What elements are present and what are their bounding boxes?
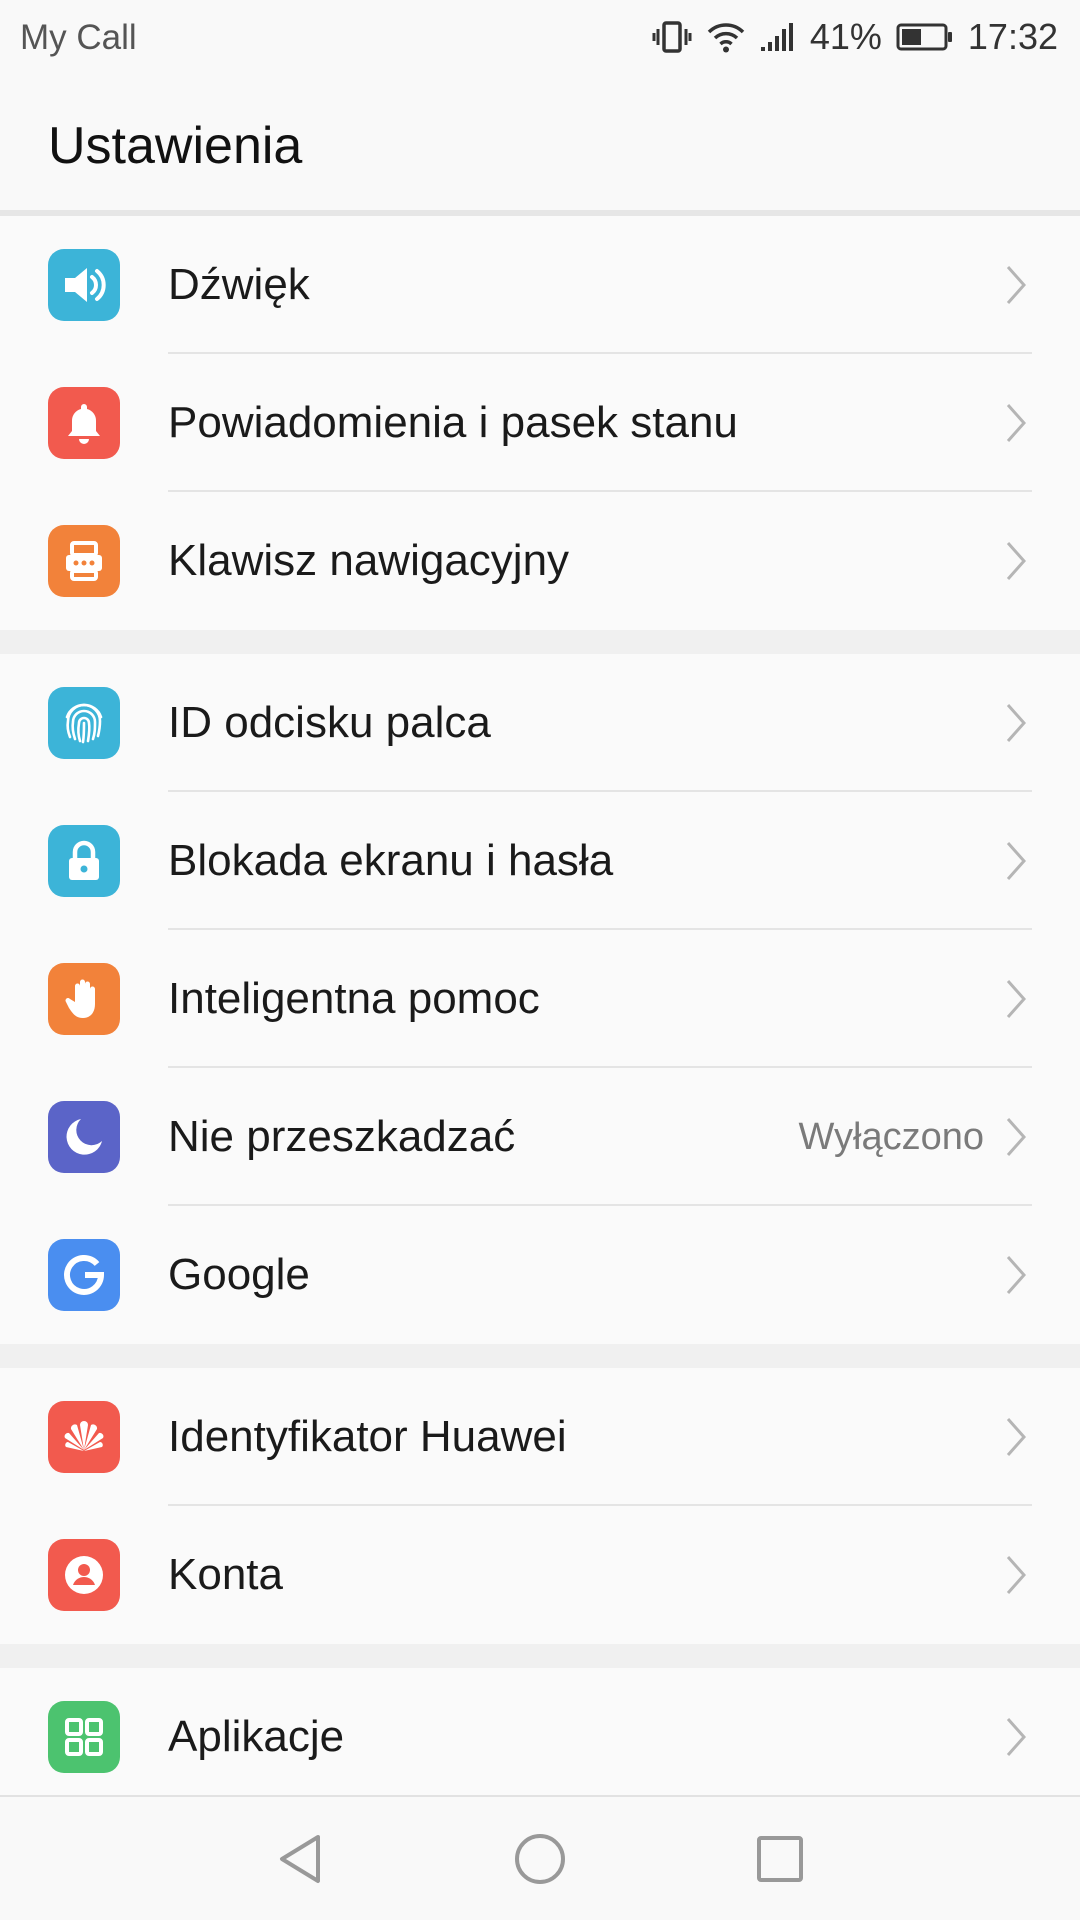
battery-percent: 41%	[809, 16, 882, 57]
settings-item-do-not-disturb[interactable]: Nie przeszkadzać Wyłączono	[0, 1068, 1080, 1206]
settings-item-label: Konta	[168, 1550, 283, 1599]
chevron-right-icon	[1006, 842, 1027, 880]
settings-group: ID odcisku palca Blokada ekranu i hasła …	[0, 654, 1080, 1344]
settings-item-huawei-id[interactable]: Identyfikator Huawei	[0, 1368, 1080, 1506]
settings-item-notifications[interactable]: Powiadomienia i pasek stanu	[0, 354, 1080, 492]
fingerprint-icon	[48, 687, 120, 759]
settings-item-sound[interactable]: Dźwięk	[0, 216, 1080, 354]
settings-item-label: Blokada ekranu i hasła	[168, 836, 614, 885]
status-bar: My Call 41% 17:32	[0, 0, 1080, 76]
chevron-right-icon	[1006, 1118, 1027, 1156]
account-icon	[48, 1539, 120, 1611]
chevron-right-icon	[1006, 1256, 1027, 1294]
navigation-bar	[0, 1795, 1080, 1920]
chevron-right-icon	[1006, 1556, 1027, 1594]
group-separator	[0, 1344, 1080, 1368]
chevron-right-icon	[1006, 1418, 1027, 1456]
settings-item-label: Google	[168, 1250, 310, 1299]
settings-item-value: Wyłączono	[798, 1116, 984, 1158]
chevron-right-icon	[1006, 404, 1027, 442]
settings-item-label: ID odcisku palca	[168, 698, 491, 747]
title-bar: Ustawienia	[0, 76, 1080, 210]
home-icon[interactable]	[508, 1827, 572, 1891]
settings-group: Identyfikator Huawei Konta	[0, 1368, 1080, 1644]
settings-group: Dźwięk Powiadomienia i pasek stanu Klawi…	[0, 216, 1080, 630]
settings-item-screen-lock[interactable]: Blokada ekranu i hasła	[0, 792, 1080, 930]
settings-item-apps[interactable]: Aplikacje	[0, 1668, 1080, 1806]
moon-icon	[48, 1101, 120, 1173]
battery-icon	[896, 22, 954, 52]
settings-item-smart-assistance[interactable]: Inteligentna pomoc	[0, 930, 1080, 1068]
settings-item-label: Nie przeszkadzać	[168, 1112, 516, 1161]
group-separator	[0, 1644, 1080, 1668]
apps-icon	[48, 1701, 120, 1773]
settings-group: Aplikacje	[0, 1668, 1080, 1806]
page-title: Ustawienia	[48, 117, 303, 175]
huawei-icon	[48, 1401, 120, 1473]
lock-icon	[48, 825, 120, 897]
settings-item-label: Inteligentna pomoc	[168, 974, 540, 1023]
chevron-right-icon	[1006, 266, 1027, 304]
chevron-right-icon	[1006, 542, 1027, 580]
settings-list: Dźwięk Powiadomienia i pasek stanu Klawi…	[0, 216, 1080, 1806]
hand-icon	[48, 963, 120, 1035]
settings-item-label: Powiadomienia i pasek stanu	[168, 398, 738, 447]
settings-item-label: Identyfikator Huawei	[168, 1412, 567, 1461]
chevron-right-icon	[1006, 980, 1027, 1018]
navigation-key-icon	[48, 525, 120, 597]
wifi-icon	[706, 21, 746, 53]
bell-icon	[48, 387, 120, 459]
status-time: 17:32	[967, 16, 1058, 57]
settings-item-fingerprint[interactable]: ID odcisku palca	[0, 654, 1080, 792]
google-icon	[48, 1239, 120, 1311]
status-app-name: My Call	[20, 18, 137, 57]
settings-item-label: Klawisz nawigacyjny	[168, 536, 570, 585]
recents-icon[interactable]	[748, 1827, 812, 1891]
settings-item-label: Dźwięk	[168, 260, 310, 309]
vibrate-icon	[652, 20, 692, 54]
back-icon[interactable]	[268, 1827, 332, 1891]
chevron-right-icon	[1006, 1718, 1027, 1756]
settings-item-accounts[interactable]: Konta	[0, 1506, 1080, 1644]
status-icons: 41% 17:32	[652, 14, 1058, 60]
settings-item-google[interactable]: Google	[0, 1206, 1080, 1344]
group-separator	[0, 630, 1080, 654]
settings-item-navigation-key[interactable]: Klawisz nawigacyjny	[0, 492, 1080, 630]
signal-icon	[760, 21, 796, 53]
chevron-right-icon	[1006, 704, 1027, 742]
speaker-icon	[48, 249, 120, 321]
settings-item-label: Aplikacje	[168, 1712, 345, 1761]
